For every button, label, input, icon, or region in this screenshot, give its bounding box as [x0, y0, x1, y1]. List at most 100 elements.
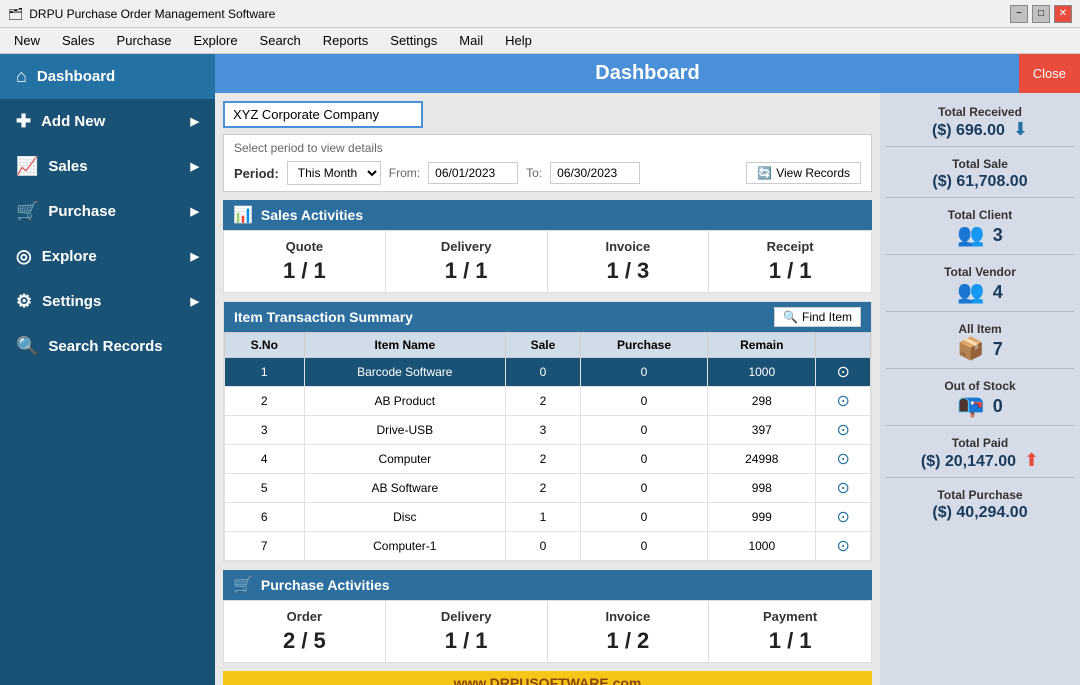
- menu-explore[interactable]: Explore: [183, 31, 247, 50]
- table-row[interactable]: 1 Barcode Software 0 0 1000 ⊙: [225, 358, 871, 387]
- sidebar-item-search-records[interactable]: 🔍 Search Records: [0, 324, 215, 369]
- purchase-activities-section: 🛒 Purchase Activities Order 2 / 5 Delive…: [223, 570, 872, 663]
- menu-search[interactable]: Search: [250, 31, 311, 50]
- cell-purchase: 0: [580, 445, 707, 474]
- sales-icon: 📈: [16, 156, 38, 177]
- view-records-button[interactable]: 🔄 View Records: [746, 162, 861, 184]
- titlebar-icons: − □ ✕: [1010, 5, 1072, 23]
- from-date-input[interactable]: [428, 162, 518, 184]
- titlebar: 🗂 DRPU Purchase Order Management Softwar…: [0, 0, 1080, 28]
- close-button[interactable]: Close: [1019, 54, 1080, 93]
- search-records-icon: 🔍: [16, 336, 38, 357]
- purchase-order-label: Order: [228, 609, 381, 624]
- total-received-row: ($) 696.00 ⬇: [890, 119, 1070, 140]
- stat-total-sale: Total Sale ($) 61,708.00: [886, 151, 1074, 198]
- total-sale-label: Total Sale: [890, 157, 1070, 171]
- app-title: DRPU Purchase Order Management Software: [29, 7, 275, 21]
- to-date-input[interactable]: [550, 162, 640, 184]
- explore-arrow: ▶: [191, 250, 199, 263]
- cell-sno: 4: [225, 445, 305, 474]
- cell-sno: 6: [225, 503, 305, 532]
- sales-quote-value: 1 / 1: [228, 258, 381, 284]
- paid-arrow-icon: ⬆: [1024, 450, 1039, 471]
- table-row[interactable]: 6 Disc 1 0 999 ⊙: [225, 503, 871, 532]
- menu-help[interactable]: Help: [495, 31, 542, 50]
- cell-purchase: 0: [580, 416, 707, 445]
- menubar: New Sales Purchase Explore Search Report…: [0, 28, 1080, 54]
- sales-invoice-value: 1 / 3: [552, 258, 705, 284]
- app-icon: 🗂: [8, 7, 23, 21]
- purchase-payment-cell: Payment 1 / 1: [709, 601, 871, 662]
- menu-mail[interactable]: Mail: [449, 31, 493, 50]
- table-row[interactable]: 4 Computer 2 0 24998 ⊙: [225, 445, 871, 474]
- to-label: To:: [526, 166, 542, 180]
- period-select[interactable]: This Month Last Month This Year: [287, 161, 381, 185]
- total-client-value: 3: [993, 225, 1003, 246]
- sidebar-item-dashboard[interactable]: ⌂ Dashboard: [0, 54, 215, 99]
- sales-delivery-value: 1 / 1: [390, 258, 543, 284]
- stat-all-item: All Item 📦 7: [886, 316, 1074, 369]
- cell-arrow: ⊙: [816, 416, 871, 445]
- total-paid-value: ($) 20,147.00: [921, 453, 1016, 471]
- settings-icon: ⚙: [16, 291, 32, 312]
- stat-total-purchase: Total Purchase ($) 40,294.00: [886, 482, 1074, 528]
- sidebar-label-settings: Settings: [42, 293, 101, 310]
- main-layout: ⌂ Dashboard ✚ Add New ▶ 📈 Sales ▶ 🛒 Purc…: [0, 54, 1080, 685]
- col-remain: Remain: [708, 333, 816, 358]
- cell-purchase: 0: [580, 358, 707, 387]
- titlebar-left: 🗂 DRPU Purchase Order Management Softwar…: [8, 7, 275, 21]
- cell-arrow: ⊙: [816, 532, 871, 561]
- watermark-text: www.DRPUSOFTWARE.com: [454, 675, 642, 685]
- purchase-activities-title: Purchase Activities: [261, 577, 390, 593]
- transaction-tbody: 1 Barcode Software 0 0 1000 ⊙ 2 AB Produ…: [225, 358, 871, 561]
- sidebar-label-sales: Sales: [48, 158, 87, 175]
- cell-remain: 998: [708, 474, 816, 503]
- sidebar-label-explore: Explore: [42, 248, 97, 265]
- cell-remain: 1000: [708, 532, 816, 561]
- cell-sno: 1: [225, 358, 305, 387]
- cell-arrow: ⊙: [816, 503, 871, 532]
- cell-remain: 298: [708, 387, 816, 416]
- cell-remain: 999: [708, 503, 816, 532]
- sales-chart-icon: 📊: [233, 205, 253, 225]
- purchase-delivery-value: 1 / 1: [390, 628, 543, 654]
- left-panel: Select period to view details Period: Th…: [215, 93, 880, 685]
- purchase-arrow: ▶: [191, 205, 199, 218]
- menu-reports[interactable]: Reports: [313, 31, 379, 50]
- table-row[interactable]: 7 Computer-1 0 0 1000 ⊙: [225, 532, 871, 561]
- all-item-value: 7: [993, 339, 1003, 360]
- total-vendor-label: Total Vendor: [890, 265, 1070, 279]
- table-row[interactable]: 2 AB Product 2 0 298 ⊙: [225, 387, 871, 416]
- all-item-label: All Item: [890, 322, 1070, 336]
- table-row[interactable]: 3 Drive-USB 3 0 397 ⊙: [225, 416, 871, 445]
- sales-invoice-cell: Invoice 1 / 3: [548, 231, 710, 292]
- sales-delivery-label: Delivery: [390, 239, 543, 254]
- cell-arrow: ⊙: [816, 358, 871, 387]
- menu-sales[interactable]: Sales: [52, 31, 105, 50]
- minimize-button[interactable]: −: [1010, 5, 1028, 23]
- cell-sale: 2: [506, 445, 581, 474]
- sidebar-item-settings[interactable]: ⚙ Settings ▶: [0, 279, 215, 324]
- col-sale: Sale: [506, 333, 581, 358]
- col-action: [816, 333, 871, 358]
- sidebar-item-sales[interactable]: 📈 Sales ▶: [0, 144, 215, 189]
- item-transaction-section: Item Transaction Summary 🔍 Find Item S.N…: [223, 301, 872, 562]
- transaction-table: S.No Item Name Sale Purchase Remain 1: [224, 332, 871, 561]
- window-close-button[interactable]: ✕: [1054, 5, 1072, 23]
- table-row[interactable]: 5 AB Software 2 0 998 ⊙: [225, 474, 871, 503]
- menu-purchase[interactable]: Purchase: [107, 31, 182, 50]
- sidebar-item-add-new[interactable]: ✚ Add New ▶: [0, 99, 215, 144]
- total-paid-label: Total Paid: [890, 436, 1070, 450]
- purchase-payment-label: Payment: [713, 609, 867, 624]
- menu-new[interactable]: New: [4, 31, 50, 50]
- find-item-button[interactable]: 🔍 Find Item: [774, 307, 861, 327]
- menu-settings[interactable]: Settings: [380, 31, 447, 50]
- sidebar-item-explore[interactable]: ◎ Explore ▶: [0, 234, 215, 279]
- sales-invoice-label: Invoice: [552, 239, 705, 254]
- refresh-icon: 🔄: [757, 166, 772, 180]
- sidebar-item-purchase[interactable]: 🛒 Purchase ▶: [0, 189, 215, 234]
- sales-arrow: ▶: [191, 160, 199, 173]
- company-input[interactable]: [223, 101, 423, 128]
- maximize-button[interactable]: □: [1032, 5, 1050, 23]
- from-label: From:: [389, 166, 420, 180]
